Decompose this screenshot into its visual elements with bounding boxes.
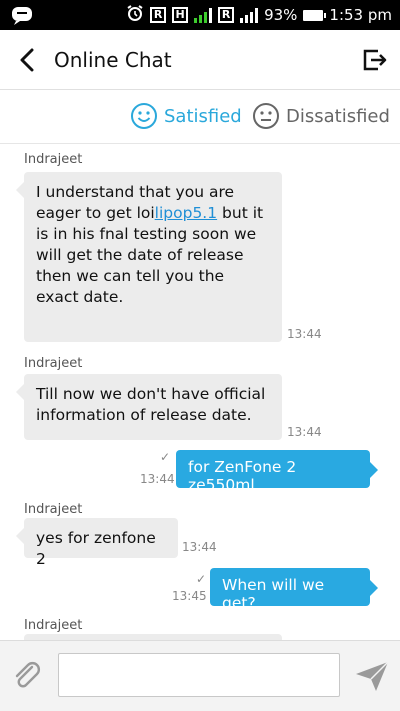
sim1-r-icon: R bbox=[150, 7, 167, 23]
page-title: Online Chat bbox=[54, 48, 172, 72]
message-time: 13:44 bbox=[140, 472, 175, 486]
smiley-sad-icon bbox=[253, 103, 279, 129]
paperclip-icon bbox=[15, 662, 40, 688]
delivered-check-icon: ✓ bbox=[196, 572, 207, 586]
signal-strength-1-icon bbox=[194, 7, 213, 23]
send-icon bbox=[356, 661, 389, 691]
message-time: 13:44 bbox=[182, 540, 217, 554]
smiley-happy-icon bbox=[131, 103, 157, 129]
message-text: yes for zenfone 2 bbox=[36, 529, 156, 568]
satisfied-label: Satisfied bbox=[164, 105, 242, 127]
composer-bar bbox=[0, 640, 400, 711]
sender-name: Indrajeet bbox=[24, 356, 83, 371]
message-text: for ZenFone 2 ze550ml bbox=[188, 458, 297, 494]
sim2-r-icon: R bbox=[218, 7, 235, 23]
outgoing-message: When will we get? bbox=[210, 568, 378, 612]
satisfied-button[interactable]: Satisfied bbox=[130, 102, 242, 130]
incoming-message: I understand that you are eager to get l… bbox=[16, 172, 282, 342]
delivered-check-icon: ✓ bbox=[160, 450, 171, 464]
message-time: 13:44 bbox=[287, 425, 322, 439]
sender-name: Indrajeet bbox=[24, 502, 83, 517]
message-time: 13:45 bbox=[172, 589, 207, 603]
incoming-message: Till now we don't have official informat… bbox=[16, 374, 282, 440]
exit-icon bbox=[363, 49, 387, 71]
chevron-left-icon bbox=[20, 48, 34, 72]
sender-name: Indrajeet bbox=[24, 152, 83, 167]
message-input[interactable] bbox=[58, 653, 340, 697]
app-header: Online Chat bbox=[0, 30, 400, 90]
back-button[interactable] bbox=[12, 44, 44, 76]
send-button[interactable] bbox=[354, 659, 390, 693]
sim1-network-type: H bbox=[172, 7, 189, 23]
sender-name: Indrajeet bbox=[24, 618, 83, 633]
message-text: Till now we don't have official informat… bbox=[36, 385, 266, 424]
battery-icon bbox=[303, 9, 327, 21]
alarm-icon bbox=[126, 4, 144, 26]
rating-bar: Satisfied Dissatisfied bbox=[0, 92, 400, 144]
signal-strength-2-icon bbox=[240, 7, 259, 23]
outgoing-message: for ZenFone 2 ze550ml bbox=[176, 450, 378, 494]
message-text: When will we get? bbox=[222, 576, 325, 612]
battery-percent: 93% bbox=[264, 6, 298, 24]
attach-button[interactable] bbox=[10, 659, 44, 693]
dissatisfied-label: Dissatisfied bbox=[286, 105, 390, 127]
incoming-message: yes for zenfone 2 bbox=[16, 518, 178, 568]
chat-history[interactable]: Indrajeet I understand that you are eage… bbox=[0, 144, 400, 640]
message-link[interactable]: lipop5.1 bbox=[155, 204, 217, 222]
exit-chat-button[interactable] bbox=[360, 46, 388, 74]
message-time: 13:44 bbox=[287, 327, 322, 341]
dissatisfied-button[interactable]: Dissatisfied bbox=[252, 102, 390, 130]
chat-notification-icon bbox=[10, 5, 36, 25]
status-bar: R H R 93% 1:53 pm bbox=[0, 0, 400, 30]
clock: 1:53 pm bbox=[329, 6, 392, 24]
